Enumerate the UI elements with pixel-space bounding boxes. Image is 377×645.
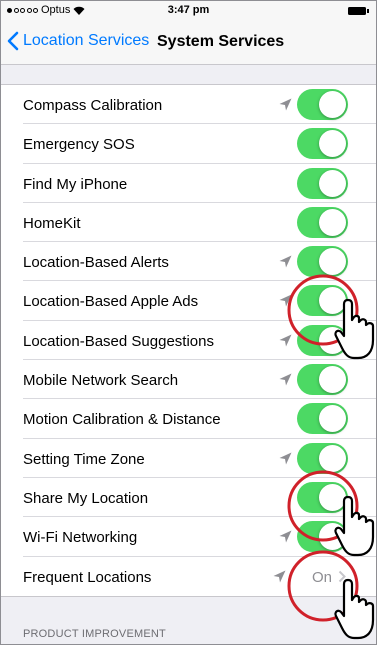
row-label: Mobile Network Search (23, 372, 179, 390)
chevron-right-icon (338, 570, 346, 582)
row-location-based-alerts: Location-Based Alerts (1, 242, 376, 282)
location-arrow-icon (279, 294, 292, 307)
row-share-my-location: Share My Location (1, 478, 376, 518)
row-label: Location-Based Alerts (23, 254, 169, 272)
location-based-alerts-toggle[interactable] (297, 246, 348, 278)
location-based-apple-ads-toggle[interactable] (297, 285, 348, 317)
row-wifi-networking: Wi-Fi Networking (1, 517, 376, 557)
location-arrow-icon (279, 98, 292, 111)
frequent-locations-value: On (311, 568, 332, 586)
location-arrow-icon (273, 570, 286, 583)
row-label: Setting Time Zone (23, 450, 145, 468)
mobile-network-search-toggle[interactable] (297, 364, 348, 396)
row-emergency-sos: Emergency SOS (1, 124, 376, 164)
row-find-my-iphone: Find My iPhone (1, 164, 376, 204)
find-my-iphone-toggle[interactable] (297, 167, 348, 199)
status-bar: Optus 3:47 pm (1, 1, 376, 21)
navigation-bar: Location Services System Services (1, 21, 376, 65)
row-setting-time-zone: Setting Time Zone (1, 439, 376, 479)
system-services-list: Compass Calibration Emergency SOS Find M… (1, 84, 376, 597)
motion-calibration-toggle[interactable] (297, 403, 348, 435)
location-arrow-icon (279, 255, 292, 268)
setting-time-zone-toggle[interactable] (297, 442, 348, 474)
row-label: Location-Based Apple Ads (23, 293, 199, 311)
back-button[interactable]: Location Services (7, 31, 149, 51)
chevron-left-icon (7, 31, 19, 51)
wifi-networking-toggle[interactable] (297, 521, 348, 553)
row-compass-calibration: Compass Calibration (1, 85, 376, 125)
phone-screen: Optus 3:47 pm Location Services System S… (0, 0, 377, 645)
back-button-label: Location Services (23, 32, 150, 49)
location-arrow-icon (279, 530, 292, 543)
row-location-based-suggestions: Location-Based Suggestions (1, 321, 376, 361)
row-label: Wi-Fi Networking (23, 529, 138, 547)
location-arrow-icon (279, 373, 292, 386)
row-mobile-network-search: Mobile Network Search (1, 360, 376, 400)
status-time: 3:47 pm (167, 4, 210, 16)
row-label: Compass Calibration (23, 97, 163, 114)
location-arrow-icon (279, 334, 292, 347)
row-homekit: HomeKit (1, 203, 376, 243)
emergency-sos-toggle[interactable] (297, 128, 348, 160)
battery-icon (348, 7, 369, 15)
row-label: Location-Based Suggestions (23, 332, 214, 350)
location-based-suggestions-toggle[interactable] (297, 324, 348, 356)
row-label: Emergency SOS (23, 136, 135, 154)
row-label: Share My Location (23, 489, 149, 507)
page-title: System Services (157, 33, 285, 50)
row-label: HomeKit (23, 214, 81, 232)
row-location-based-apple-ads: Location-Based Apple Ads (1, 281, 376, 322)
section-header-product-improvement: PRODUCT IMPROVEMENT (23, 628, 166, 640)
homekit-toggle[interactable] (297, 206, 348, 238)
row-label: Find My iPhone (23, 175, 128, 193)
location-arrow-icon (279, 452, 292, 465)
share-my-location-toggle[interactable] (297, 481, 348, 513)
compass-calibration-toggle[interactable] (297, 89, 348, 120)
row-frequent-locations[interactable]: Frequent Locations On (1, 557, 376, 596)
row-motion-calibration: Motion Calibration & Distance (1, 399, 376, 439)
row-label: Frequent Locations (23, 568, 152, 586)
row-label: Motion Calibration & Distance (23, 411, 221, 429)
